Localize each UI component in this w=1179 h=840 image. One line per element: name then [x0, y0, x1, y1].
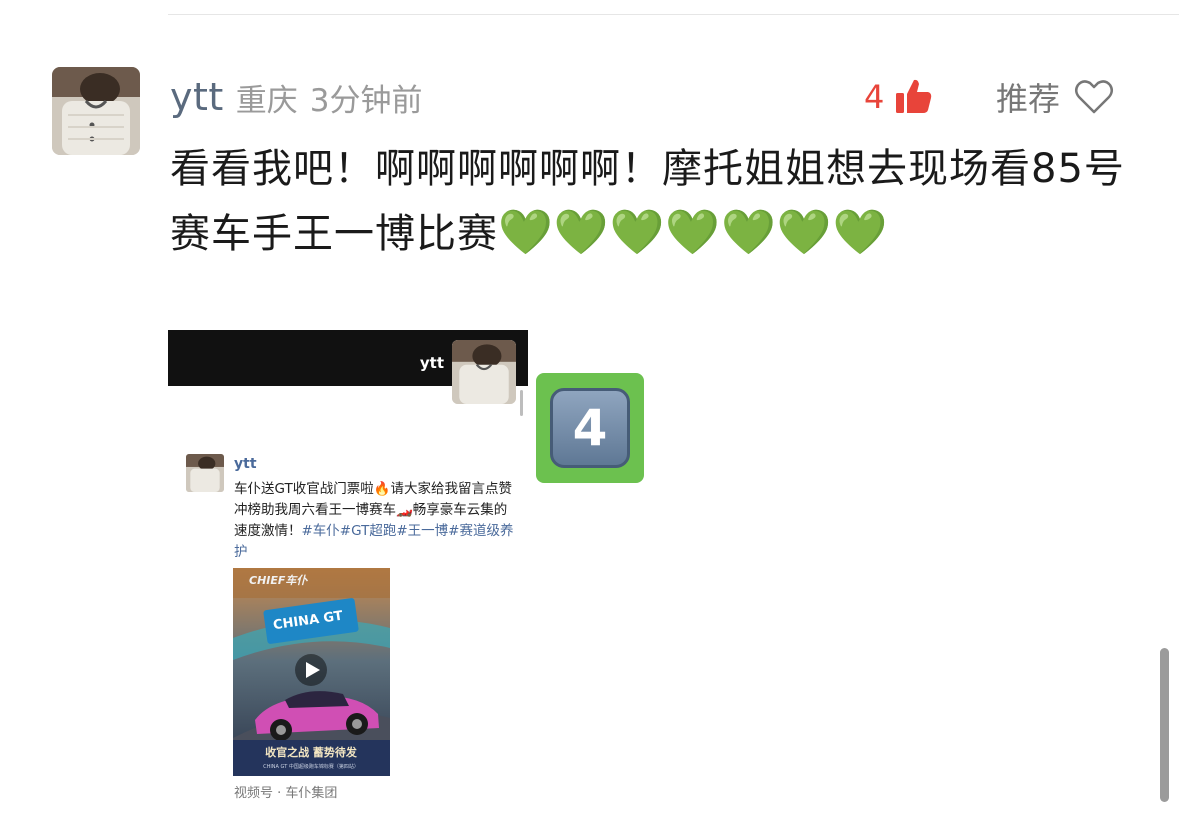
- thumbs-up-icon: [896, 79, 932, 113]
- video-brand-text: CHIEF车仆: [249, 574, 308, 587]
- video-thumbnail: CHIEF车仆 CHINA GT 收官之战 蓄势待发 CHINA GT 中国超级…: [233, 568, 390, 776]
- recommend-label: 推荐: [996, 80, 1061, 118]
- avatar-photo: [186, 454, 224, 492]
- race-car-image: CHIEF车仆 CHINA GT 收官之战 蓄势待发 CHINA GT 中国超级…: [233, 568, 390, 776]
- post-avatar: [186, 454, 224, 492]
- avatar-photo: [452, 340, 516, 404]
- keycap-four-icon: 4: [550, 388, 630, 468]
- page-scrollbar[interactable]: [1160, 648, 1169, 802]
- comment-location: 重庆: [235, 82, 298, 119]
- recommend-button[interactable]: 推荐: [996, 74, 1114, 120]
- attached-screenshot[interactable]: ytt ytt 车仆送GT收官战门票啦🔥请大家给我留言点赞冲榜助我周六看王一博赛…: [168, 330, 528, 810]
- post-text-block: 车仆送GT收官战门票啦🔥请大家给我留言点赞冲榜助我周六看王一博赛车🏎️畅享豪车云…: [234, 479, 516, 563]
- like-count: 4: [864, 78, 885, 116]
- keycap-four-emoji: 4: [536, 373, 644, 483]
- avatar-photo: [52, 67, 140, 155]
- screenshot-scrollbar: [520, 390, 523, 416]
- screenshot-header-username: ytt: [419, 354, 444, 372]
- video-source-label: 视频号 · 车仆集团: [234, 786, 338, 801]
- video-slogan-text: 收官之战 蓄势待发: [265, 745, 358, 759]
- comment-meta: ytt 重庆 3分钟前: [170, 74, 423, 120]
- screenshot-header-avatar: [452, 340, 516, 404]
- heart-outline-icon: [1075, 80, 1114, 114]
- comment-timestamp: 3分钟前: [309, 82, 423, 119]
- top-divider: [168, 14, 1179, 15]
- post-username: ytt: [234, 456, 257, 472]
- commenter-avatar[interactable]: [52, 67, 140, 155]
- like-button[interactable]: 4: [864, 74, 934, 120]
- comment-body: 看看我吧！啊啊啊啊啊啊！摩托姐姐想去现场看85号赛车手王一博比赛💚💚💚💚💚💚💚: [170, 138, 1130, 266]
- comment-username[interactable]: ytt: [170, 75, 224, 119]
- green-heart-emojis: 💚💚💚💚💚💚💚: [498, 207, 889, 258]
- video-caption-text: CHINA GT 中国超级跑车锦标赛（第四站）: [263, 763, 359, 770]
